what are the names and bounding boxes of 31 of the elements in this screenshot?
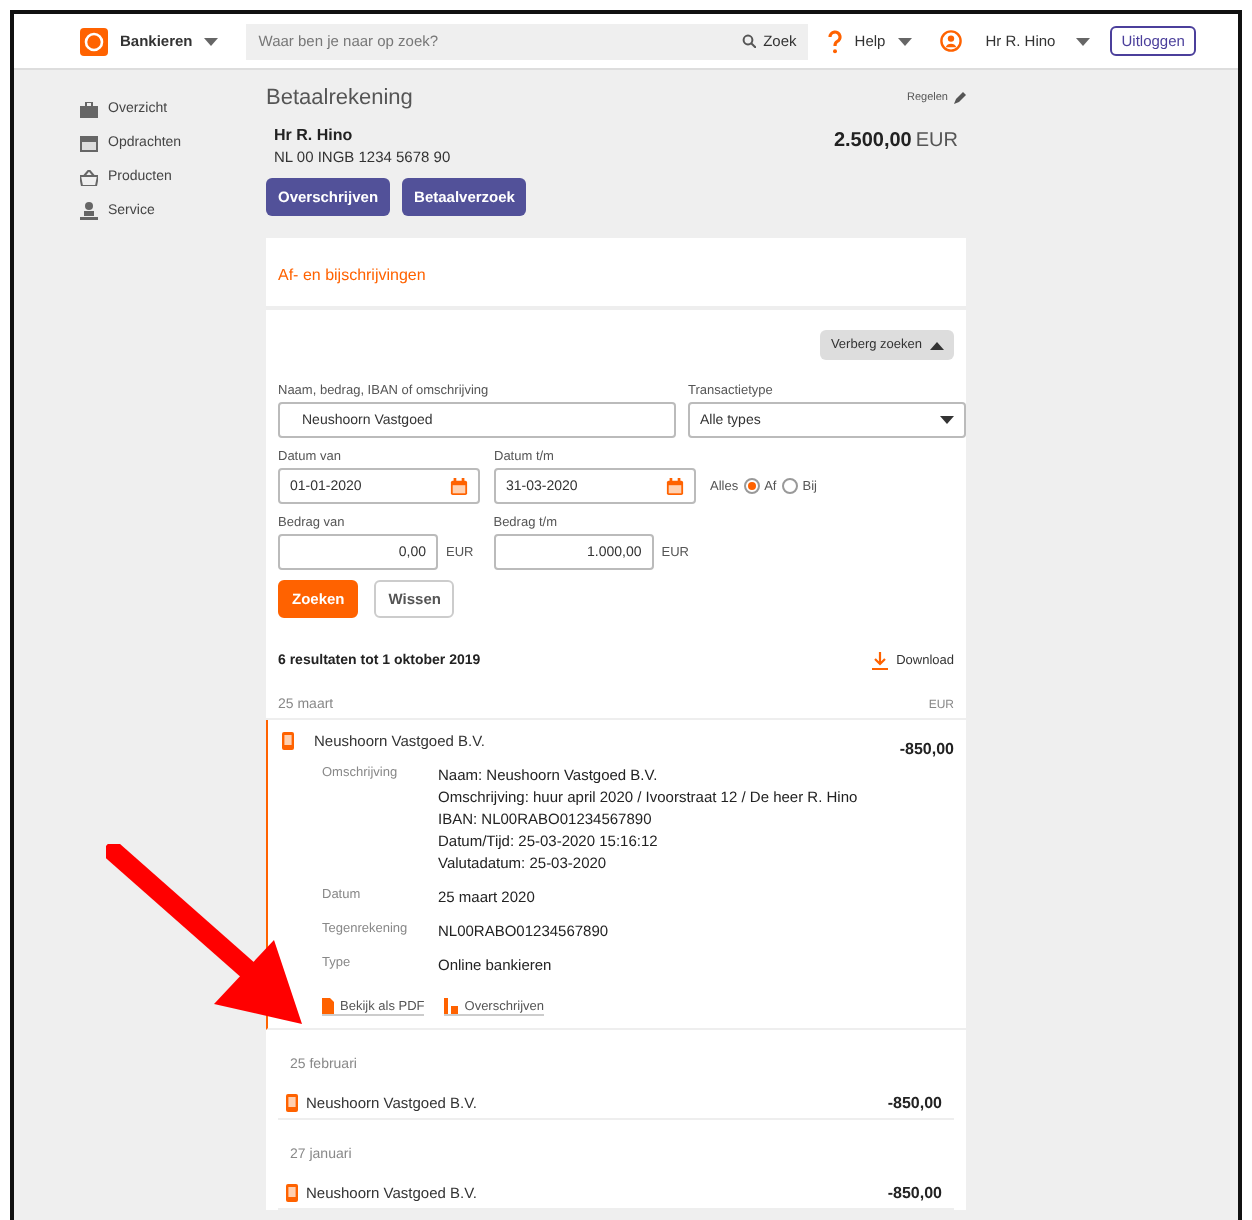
caret-icon[interactable] (1075, 37, 1090, 45)
calendar-icon[interactable] (450, 477, 468, 495)
card-title: Af- en bijschrijvingen (278, 266, 426, 284)
caret-icon (940, 416, 954, 424)
transaction-amount: -850,00 (899, 740, 954, 758)
phone-icon (286, 1094, 298, 1112)
phone-icon (282, 732, 294, 750)
calendar-icon[interactable] (666, 477, 684, 495)
account-title: Betaalrekening (266, 86, 413, 110)
phone-icon (286, 1184, 298, 1202)
caret-icon[interactable] (204, 37, 219, 45)
currency-label: EUR (915, 130, 958, 152)
calendar-icon (80, 135, 98, 151)
search-icon (741, 34, 756, 48)
transaction-amount: -850,00 (887, 1184, 942, 1202)
user-icon[interactable] (939, 30, 962, 52)
question-mark-icon (828, 29, 843, 53)
caret-icon[interactable] (897, 37, 912, 45)
person-icon (80, 202, 98, 220)
document-icon (322, 998, 334, 1014)
account-balance: 2.500,00 (833, 130, 912, 152)
briefcase-icon (80, 101, 98, 117)
download-icon[interactable] (872, 652, 889, 670)
pencil-icon[interactable] (954, 92, 966, 104)
transfer-icon (444, 998, 459, 1014)
caret-up-icon (930, 341, 944, 349)
radio-button[interactable] (782, 478, 799, 494)
radio-button[interactable] (744, 478, 761, 494)
basket-icon (80, 169, 98, 185)
account-holder: Hr R. Hino (274, 126, 355, 144)
transaction-amount: -850,00 (887, 1094, 942, 1112)
